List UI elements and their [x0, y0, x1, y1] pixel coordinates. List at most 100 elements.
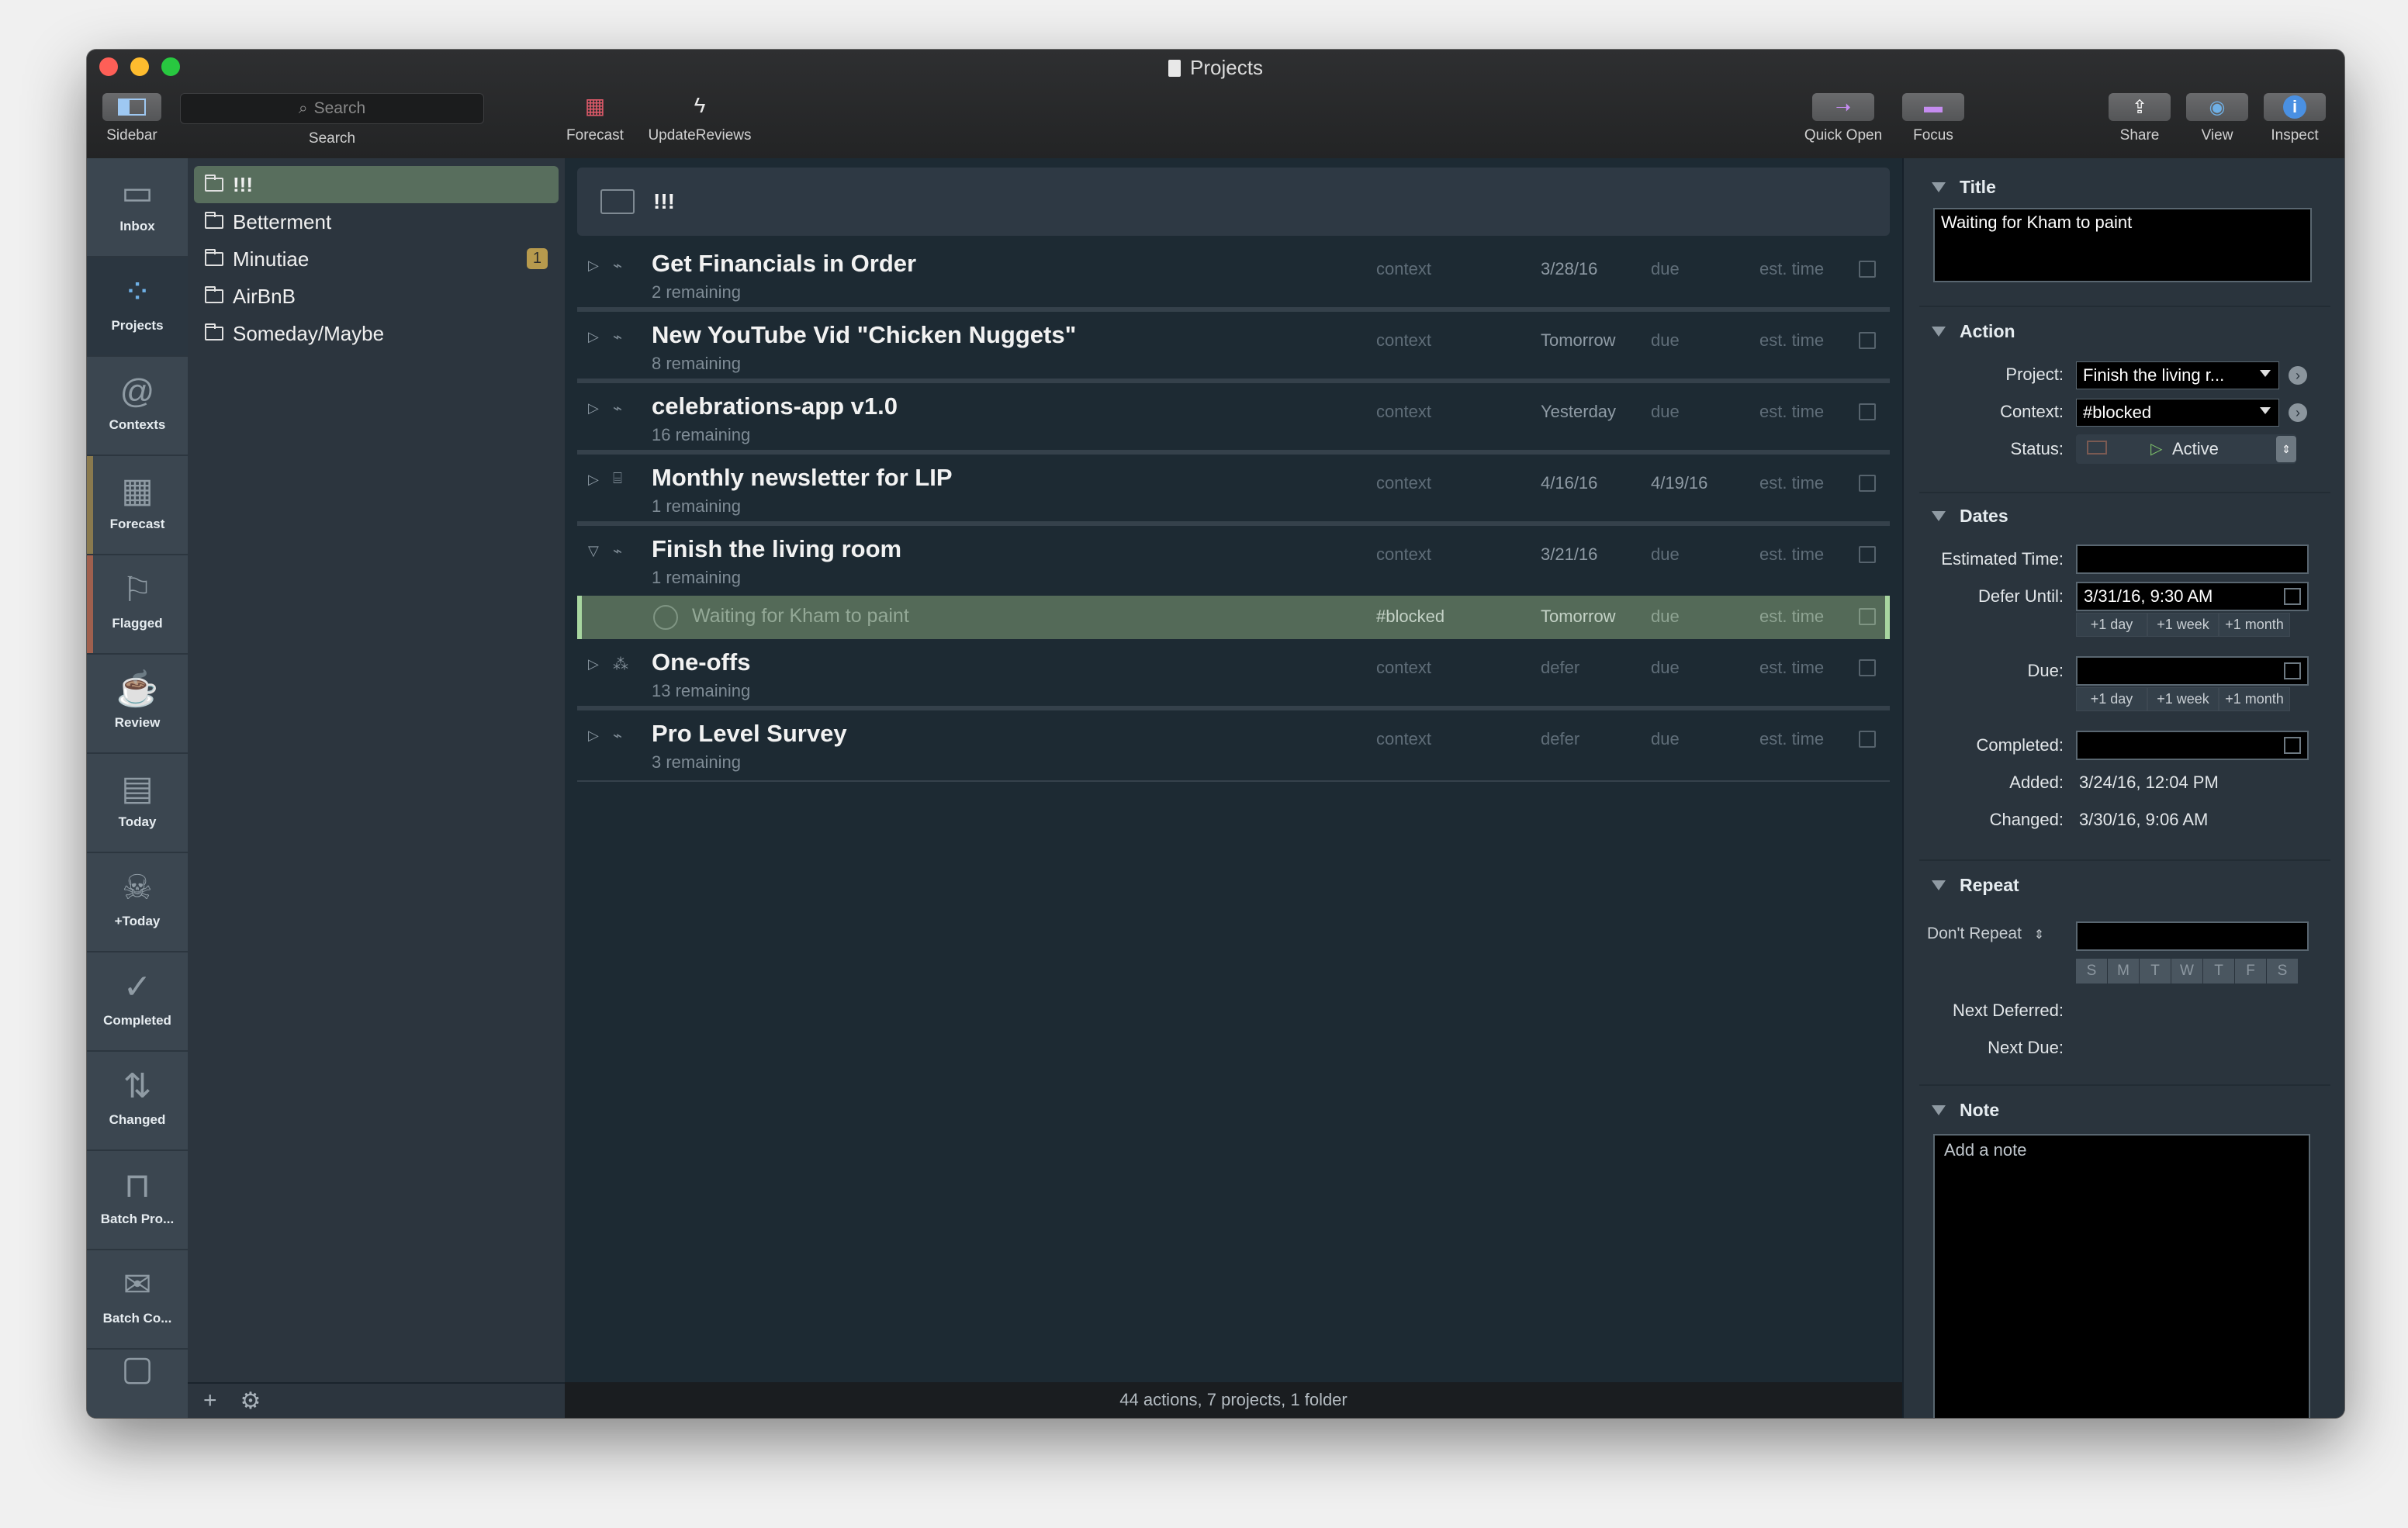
gear-icon[interactable]: ⚙: [240, 1388, 261, 1415]
sidebar-item-someday-maybe[interactable]: Someday/Maybe: [194, 315, 559, 352]
sidebar-item-minutiae[interactable]: Minutiae 1: [194, 240, 559, 278]
calendar-icon[interactable]: [2284, 588, 2301, 605]
status-control[interactable]: ▷ Active ⇕: [2076, 434, 2296, 464]
context-cell[interactable]: #blocked: [1376, 607, 1444, 627]
project-title[interactable]: Pro Level Survey: [652, 720, 847, 748]
note-icon[interactable]: [1859, 403, 1876, 420]
estimate-cell[interactable]: est. time: [1759, 544, 1824, 565]
estimate-cell[interactable]: est. time: [1759, 473, 1824, 493]
estimate-cell[interactable]: est. time: [1759, 729, 1824, 749]
project-row[interactable]: ▷ ⌸ Monthly newsletter for LIP 1 remaini…: [577, 455, 1890, 526]
estimate-cell[interactable]: est. time: [1759, 259, 1824, 279]
focus-button[interactable]: ▬ Focus: [1902, 93, 1964, 144]
project-row[interactable]: ▽ ⌁ Finish the living room 1 remaining c…: [577, 526, 1890, 597]
defer-plus-month-button[interactable]: +1 month: [2219, 613, 2290, 637]
add-button[interactable]: +: [203, 1388, 217, 1414]
calendar-icon[interactable]: [2284, 737, 2301, 754]
perspective-more[interactable]: ▢: [87, 1350, 188, 1396]
context-cell[interactable]: context: [1376, 259, 1431, 279]
project-title[interactable]: One-offs: [652, 648, 750, 676]
perspective-flagged[interactable]: ⚐ Flagged: [87, 555, 188, 655]
estimated-time-field[interactable]: [2076, 544, 2309, 574]
title-section-header[interactable]: Title: [1932, 177, 1996, 198]
flag-icon[interactable]: [2087, 441, 2107, 455]
weekday-friday[interactable]: F: [2235, 959, 2267, 984]
due-field[interactable]: [2076, 656, 2309, 686]
disclosure-triangle-icon[interactable]: ▷: [588, 728, 599, 744]
perspective-plus-today[interactable]: ☠ +Today: [87, 853, 188, 952]
folder-header[interactable]: !!!: [577, 168, 1890, 236]
disclosure-triangle-icon[interactable]: ▷: [588, 472, 599, 488]
note-icon[interactable]: [1859, 546, 1876, 563]
note-icon[interactable]: [1859, 475, 1876, 492]
forecast-toolbar-button[interactable]: ▦ Forecast: [560, 93, 630, 144]
perspective-batch-pro[interactable]: ⊓ Batch Pro...: [87, 1151, 188, 1250]
weekday-thursday[interactable]: T: [2203, 959, 2235, 984]
due-plus-day-button[interactable]: +1 day: [2076, 687, 2147, 711]
estimate-cell[interactable]: est. time: [1759, 330, 1824, 351]
sidebar-item-bang-folder[interactable]: !!!: [194, 166, 559, 203]
weekday-sunday[interactable]: S: [2076, 959, 2108, 984]
completed-field[interactable]: [2076, 731, 2309, 760]
note-icon[interactable]: [1859, 659, 1876, 676]
perspective-contexts[interactable]: @ Contexts: [87, 357, 188, 456]
due-plus-week-button[interactable]: +1 week: [2147, 687, 2219, 711]
defer-until-field[interactable]: 3/31/16, 9:30 AM: [2076, 582, 2309, 611]
note-section-header[interactable]: Note: [1932, 1100, 1999, 1121]
disclosure-triangle-icon[interactable]: ▷: [588, 400, 599, 417]
sidebar-item-airbnb[interactable]: AirBnB: [194, 278, 559, 315]
search-input[interactable]: ⌕ Search: [180, 93, 484, 124]
project-title[interactable]: New YouTube Vid "Chicken Nuggets": [652, 321, 1076, 349]
repeat-popup[interactable]: Don't Repeat ⇕: [1927, 925, 2044, 943]
defer-cell[interactable]: Tomorrow: [1541, 330, 1616, 351]
view-button[interactable]: ◉ View: [2186, 93, 2248, 144]
note-icon[interactable]: [1859, 261, 1876, 278]
context-cell[interactable]: context: [1376, 658, 1431, 678]
project-row[interactable]: ▷ ⌁ New YouTube Vid "Chicken Nuggets" 8 …: [577, 312, 1890, 383]
perspective-batch-co[interactable]: ✉ Batch Co...: [87, 1250, 188, 1350]
calendar-icon[interactable]: [2284, 662, 2301, 679]
estimate-cell[interactable]: est. time: [1759, 402, 1824, 422]
context-cell[interactable]: context: [1376, 402, 1431, 422]
perspective-projects[interactable]: ⁘ Projects: [87, 258, 188, 357]
weekday-wednesday[interactable]: W: [2171, 959, 2203, 984]
selected-action-row[interactable]: Waiting for Kham to paint #blocked Tomor…: [577, 596, 1890, 639]
title-field[interactable]: Waiting for Kham to paint: [1933, 208, 2312, 282]
go-to-project-icon[interactable]: ›: [2289, 366, 2307, 385]
due-cell[interactable]: due: [1651, 259, 1680, 279]
project-row[interactable]: ▷ ⌁ Pro Level Survey 3 remaining context…: [577, 710, 1890, 782]
project-title[interactable]: Get Financials in Order: [652, 250, 916, 278]
action-section-header[interactable]: Action: [1932, 321, 2015, 342]
disclosure-triangle-icon[interactable]: ▷: [588, 258, 599, 274]
perspective-review[interactable]: ☕ Review: [87, 655, 188, 754]
due-cell[interactable]: due: [1651, 330, 1680, 351]
weekday-monday[interactable]: M: [2108, 959, 2140, 984]
sidebar-item-betterment[interactable]: Betterment: [194, 203, 559, 240]
update-reviews-button[interactable]: ϟ UpdateReviews: [638, 93, 762, 144]
context-cell[interactable]: context: [1376, 330, 1431, 351]
quick-open-button[interactable]: ➝ Quick Open: [1797, 93, 1890, 144]
due-cell[interactable]: due: [1651, 402, 1680, 422]
go-to-context-icon[interactable]: ›: [2289, 403, 2307, 422]
stepper-icon[interactable]: ⇕: [2276, 436, 2296, 462]
perspective-today[interactable]: ▤ Today: [87, 754, 188, 853]
defer-plus-day-button[interactable]: +1 day: [2076, 613, 2147, 637]
share-button[interactable]: ⇪ Share: [2109, 93, 2171, 144]
estimate-cell[interactable]: est. time: [1759, 658, 1824, 678]
project-row[interactable]: ▷ ⌁ celebrations-app v1.0 16 remaining c…: [577, 383, 1890, 455]
project-row[interactable]: ▷ ⌁ Get Financials in Order 2 remaining …: [577, 240, 1890, 312]
sidebar-button[interactable]: Sidebar: [101, 93, 163, 144]
due-cell[interactable]: 4/19/16: [1651, 473, 1707, 493]
due-cell[interactable]: due: [1651, 658, 1680, 678]
context-popup[interactable]: #blocked: [2076, 399, 2279, 427]
project-title[interactable]: celebrations-app v1.0: [652, 392, 898, 420]
defer-cell[interactable]: defer: [1541, 658, 1579, 678]
inspect-button[interactable]: i Inspect: [2264, 93, 2326, 144]
project-title[interactable]: Monthly newsletter for LIP: [652, 464, 953, 492]
estimate-cell[interactable]: est. time: [1759, 607, 1824, 627]
note-icon[interactable]: [1859, 332, 1876, 349]
defer-cell[interactable]: Yesterday: [1541, 402, 1616, 422]
due-cell[interactable]: due: [1651, 729, 1680, 749]
context-cell[interactable]: context: [1376, 473, 1431, 493]
project-popup[interactable]: Finish the living r...: [2076, 361, 2279, 389]
